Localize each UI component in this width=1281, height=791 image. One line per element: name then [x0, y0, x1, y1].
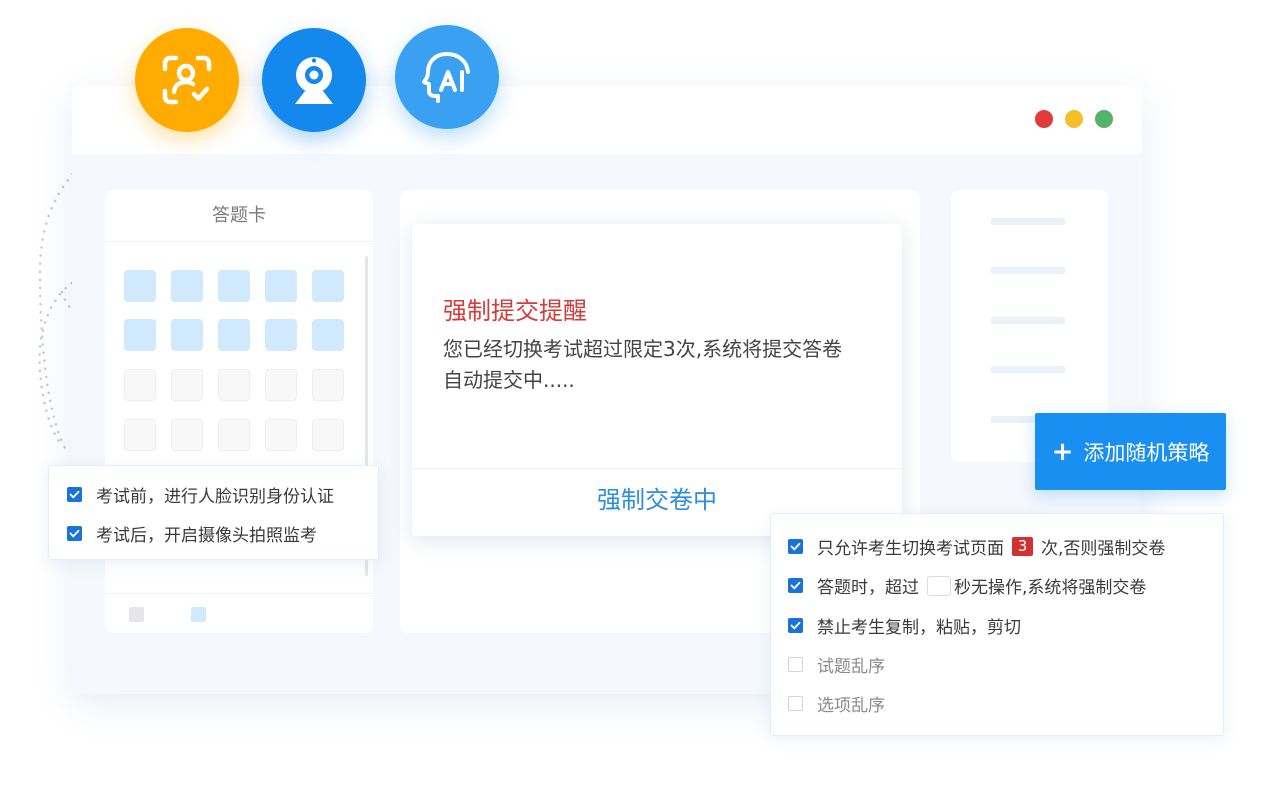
maximize-window-button[interactable] — [1095, 110, 1113, 128]
dialog-message: 您已经切换考试超过限定3次,系统将提交答卷 自动提交中..... — [443, 334, 883, 396]
shuffle-questions-label: 试题乱序 — [817, 657, 885, 677]
answer-cell-answered[interactable] — [265, 270, 297, 302]
answer-cell-answered[interactable] — [171, 319, 203, 351]
webcam-icon — [262, 28, 366, 132]
idle-seconds-input[interactable] — [927, 575, 951, 596]
camera-monitor-checkbox[interactable] — [67, 526, 82, 541]
skeleton-line — [991, 267, 1065, 274]
no-copy-checkbox[interactable] — [788, 618, 803, 633]
answer-cell-unanswered[interactable] — [218, 419, 250, 451]
answer-cell-answered[interactable] — [171, 270, 203, 302]
stage: 答题卡 强制提交提醒 您已经切换考试超过限定3次,系统将提交答卷 自动提交中..… — [0, 0, 1281, 791]
skeleton-line — [991, 366, 1065, 373]
anti-cheat-options-card: 只允许考生切换考试页面 3 次,否则强制交卷 答题时，超过 秒无操作,系统将强制… — [770, 513, 1224, 736]
force-submit-dialog: 强制提交提醒 您已经切换考试超过限定3次,系统将提交答卷 自动提交中..... … — [412, 224, 902, 536]
face-recognition-icon — [135, 28, 239, 132]
camera-monitor-option[interactable]: 考试后，开启摄像头拍照监考 — [67, 521, 317, 546]
shuffle-options-label: 选项乱序 — [817, 696, 885, 716]
switch-limit-label: 只允许考生切换考试页面 — [817, 539, 1004, 559]
shuffle-options-checkbox[interactable] — [788, 696, 803, 711]
shuffle-options-option[interactable]: 选项乱序 — [788, 691, 885, 716]
answer-cell-unanswered[interactable] — [171, 419, 203, 451]
answer-cell-answered[interactable] — [312, 270, 344, 302]
face-auth-label: 考试前，进行人脸识别身份认证 — [96, 487, 334, 507]
answer-cell-unanswered[interactable] — [265, 419, 297, 451]
answer-cell-unanswered[interactable] — [312, 369, 344, 401]
ai-head-icon — [395, 25, 499, 129]
answer-cell-answered[interactable] — [218, 319, 250, 351]
add-random-strategy-button[interactable]: + 添加随机策略 — [1035, 413, 1226, 490]
answer-cell-answered[interactable] — [124, 270, 156, 302]
answer-cell-unanswered[interactable] — [265, 369, 297, 401]
face-auth-option[interactable]: 考试前，进行人脸识别身份认证 — [67, 482, 334, 507]
idle-timeout-suffix: 秒无操作,系统将强制交卷 — [954, 578, 1147, 598]
no-copy-label: 禁止考生复制，粘贴，剪切 — [817, 618, 1021, 638]
legend-answered-swatch — [191, 607, 206, 622]
plus-icon: + — [1051, 436, 1074, 467]
answer-card-title: 答题卡 — [105, 190, 373, 242]
dialog-message-line: 自动提交中..... — [443, 368, 575, 392]
answer-card-divider — [105, 593, 373, 594]
legend-unanswered-swatch — [129, 607, 144, 622]
switch-limit-count-input[interactable]: 3 — [1012, 537, 1033, 556]
dialog-title: 强制提交提醒 — [443, 297, 587, 325]
switch-limit-suffix: 次,否则强制交卷 — [1041, 539, 1166, 559]
answer-card-panel: 答题卡 — [105, 190, 373, 633]
answer-cell-answered[interactable] — [218, 270, 250, 302]
answer-cell-unanswered[interactable] — [124, 419, 156, 451]
idle-timeout-checkbox[interactable] — [788, 578, 803, 593]
proctoring-options-card: 考试前，进行人脸识别身份认证 考试后，开启摄像头拍照监考 — [48, 465, 379, 560]
skeleton-line — [991, 218, 1065, 225]
answer-cell-answered[interactable] — [124, 319, 156, 351]
shuffle-questions-option[interactable]: 试题乱序 — [788, 652, 885, 677]
shuffle-questions-checkbox[interactable] — [788, 657, 803, 672]
answer-cell-unanswered[interactable] — [312, 419, 344, 451]
answer-cell-unanswered[interactable] — [124, 369, 156, 401]
dialog-message-line: 您已经切换考试超过限定3次,系统将提交答卷 — [443, 337, 843, 361]
minimize-window-button[interactable] — [1065, 110, 1083, 128]
face-auth-checkbox[interactable] — [67, 487, 82, 502]
no-copy-option[interactable]: 禁止考生复制，粘贴，剪切 — [788, 613, 1021, 638]
switch-limit-option[interactable]: 只允许考生切换考试页面 3 次,否则强制交卷 — [788, 534, 1165, 559]
idle-timeout-label: 答题时，超过 — [817, 578, 919, 598]
answer-cell-answered[interactable] — [265, 319, 297, 351]
close-window-button[interactable] — [1035, 110, 1053, 128]
answer-cell-answered[interactable] — [312, 319, 344, 351]
camera-monitor-label: 考试后，开启摄像头拍照监考 — [96, 526, 317, 546]
skeleton-line — [991, 317, 1065, 324]
answer-cell-unanswered[interactable] — [218, 369, 250, 401]
add-random-strategy-label: 添加随机策略 — [1083, 440, 1210, 465]
switch-limit-checkbox[interactable] — [788, 539, 803, 554]
idle-timeout-option[interactable]: 答题时，超过 秒无操作,系统将强制交卷 — [788, 573, 1146, 598]
answer-cell-unanswered[interactable] — [171, 369, 203, 401]
